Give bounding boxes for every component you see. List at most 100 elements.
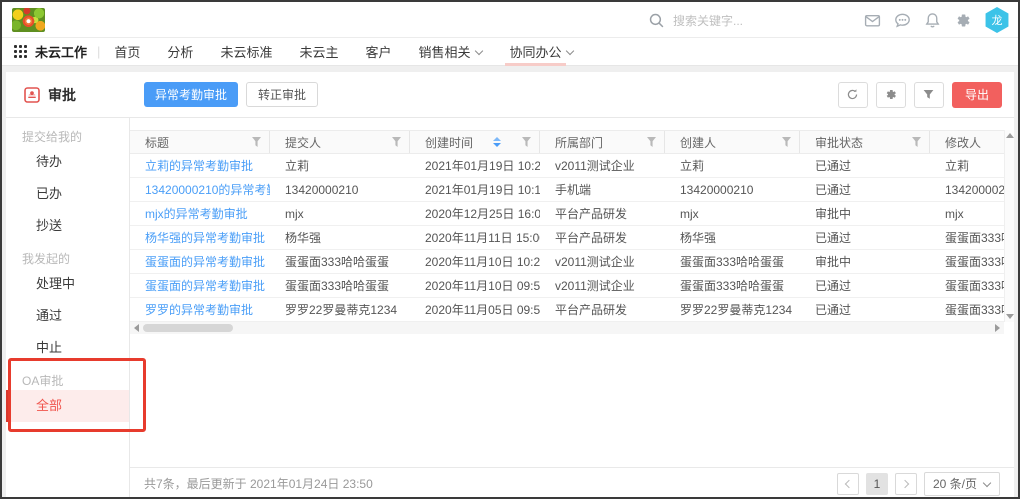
prev-page-button[interactable] [837,473,859,495]
user-avatar[interactable]: 龙 [984,7,1010,33]
global-search[interactable]: 搜索关键字... [648,2,743,38]
row-title-link[interactable]: 蛋蛋面的异常考勤审批 [130,274,270,297]
sidebar-item-0-2[interactable]: 抄送 [6,210,129,242]
table-row: 杨华强的异常考勤审批杨华强2020年11月11日 15:00平台产品研发杨华强已… [130,226,1004,250]
chat-icon[interactable] [894,12,911,29]
column-label: 所属部门 [555,134,603,151]
column-header-0[interactable]: 标题 [130,131,270,153]
column-label: 修改人 [945,134,981,151]
nav-item-3[interactable]: 未云主 [299,38,338,66]
column-header-1[interactable]: 提交人 [270,131,410,153]
sidebar-item-1-1[interactable]: 通过 [6,300,129,332]
export-button[interactable]: 导出 [952,82,1002,108]
nav-item-4[interactable]: 客户 [365,38,391,66]
nav-item-0[interactable]: 首页 [114,38,140,66]
column-header-3[interactable]: 所属部门 [540,131,665,153]
sidebar-item-1-0[interactable]: 处理中 [6,268,129,300]
row-cell: 立莉 [665,154,800,177]
column-header-2[interactable]: 创建时间 [410,131,540,153]
row-title-link[interactable]: mjx的异常考勤审批 [130,202,270,225]
scroll-up-arrow-icon[interactable] [1006,133,1014,138]
nav-item-label: 客户 [365,42,391,61]
row-cell: mjx [930,202,1004,225]
row-cell: 13420000210 [930,178,1004,201]
filter-icon[interactable] [522,137,531,147]
horizontal-scroll-thumb[interactable] [143,324,233,332]
company-logo[interactable] [12,8,45,32]
page-content: 审批 异常考勤审批转正审批 导出 [2,66,1018,499]
row-title-link[interactable]: 13420000210的异常考勤审批 [130,178,270,201]
approval-sidebar: 提交给我的待办已办抄送我发起的处理中通过中止OA审批全部 [6,118,130,499]
nav-item-2[interactable]: 未云标准 [220,38,272,66]
column-header-4[interactable]: 创建人 [665,131,800,153]
page-size-select[interactable]: 20 条/页 [924,472,1000,496]
next-page-button[interactable] [895,473,917,495]
column-header-6[interactable]: 修改人 [930,131,1004,153]
settings-button[interactable] [876,82,906,108]
main-area: 标题 提交人创建时间所属部门 创建人 审批状态修改人 立莉的异常考勤审批 立莉 2021年… [130,118,1014,499]
sort-desc-icon[interactable] [493,143,501,147]
row-cell: 13420000210 [270,178,410,201]
table-zone: 标题 提交人创建时间所属部门 创建人 审批状态修改人 立莉的异常考勤审批 立莉 2021年… [130,130,1014,334]
row-cell: 蛋蛋面333哈哈蛋蛋 [270,274,410,297]
filter-icon[interactable] [392,137,401,147]
sidebar-item-1-2[interactable]: 中止 [6,332,129,364]
column-label: 标题 [145,134,169,151]
nav-item-5[interactable]: 销售相关 [418,38,482,66]
row-title-link[interactable]: 立莉的异常考勤审批 [130,154,270,177]
tab-0[interactable]: 异常考勤审批 [144,82,238,107]
row-cell: 审批中 [800,202,930,225]
sidebar-item-0-1[interactable]: 已办 [6,178,129,210]
nav-item-6[interactable]: 协同办公 [510,38,574,66]
refresh-button[interactable] [838,82,868,108]
filter-button[interactable] [914,82,944,108]
row-cell: 罗罗22罗曼蒂克1234 [665,298,800,321]
sidebar-item-2-0[interactable]: 全部 [6,390,129,422]
gear-icon[interactable] [954,12,971,29]
column-header-5[interactable]: 审批状态 [800,131,930,153]
row-cell: 2020年11月05日 09:57 [410,298,540,321]
row-cell: v2011测试企业 [540,154,665,177]
apps-grid-icon[interactable] [14,45,27,58]
table-header-row: 标题 提交人创建时间所属部门 创建人 审批状态修改人 [130,130,1004,154]
column-label: 创建人 [680,134,716,151]
row-cell: 罗罗22罗曼蒂克1234 [270,298,410,321]
row-title-link[interactable]: 杨华强的异常考勤审批 [130,226,270,249]
tab-1[interactable]: 转正审批 [246,82,318,107]
scroll-down-arrow-icon[interactable] [1006,314,1014,319]
row-cell: 2021年01月19日 10:16 [410,178,540,201]
workspace-title[interactable]: 未云工作 [35,42,87,61]
horizontal-scrollbar[interactable] [130,322,1004,334]
filter-icon[interactable] [782,137,791,147]
table-row: mjx的异常考勤审批mjx2020年12月25日 16:04平台产品研发mjx审… [130,202,1004,226]
filter-icon[interactable] [252,137,261,147]
view-tabs: 异常考勤审批转正审批 [144,82,318,107]
mail-icon[interactable] [864,12,881,29]
chevron-down-icon [475,46,483,54]
row-cell: 立莉 [930,154,1004,177]
row-cell: v2011测试企业 [540,250,665,273]
filter-icon[interactable] [912,137,921,147]
filter-icon[interactable] [647,137,656,147]
sort-icons[interactable] [493,137,501,147]
sort-asc-icon[interactable] [493,137,501,141]
scroll-right-arrow-icon[interactable] [995,324,1000,332]
row-title-link[interactable]: 蛋蛋面的异常考勤审批 [130,250,270,273]
row-cell: 蛋蛋面333哈哈蛋蛋 [270,250,410,273]
page-number[interactable]: 1 [866,473,888,495]
row-title-link[interactable]: 罗罗的异常考勤审批 [130,298,270,321]
scroll-left-arrow-icon[interactable] [134,324,139,332]
nav-item-1[interactable]: 分析 [167,38,193,66]
bell-icon[interactable] [924,12,941,29]
row-cell: 已通过 [800,178,930,201]
record-summary: 共7条，最后更新于 2021年01月24日 23:50 [144,475,373,492]
vertical-scrollbar[interactable] [1004,130,1014,322]
empty-space [130,334,1014,467]
row-cell: 已通过 [800,298,930,321]
nav-item-label: 协同办公 [510,42,562,61]
nav-item-label: 首页 [114,42,140,61]
sidebar-item-0-0[interactable]: 待办 [6,146,129,178]
table-row: 蛋蛋面的异常考勤审批蛋蛋面333哈哈蛋蛋2020年11月10日 10:24v20… [130,250,1004,274]
row-cell: 已通过 [800,274,930,297]
top-bar: 搜索关键字... 龙 [2,2,1018,38]
